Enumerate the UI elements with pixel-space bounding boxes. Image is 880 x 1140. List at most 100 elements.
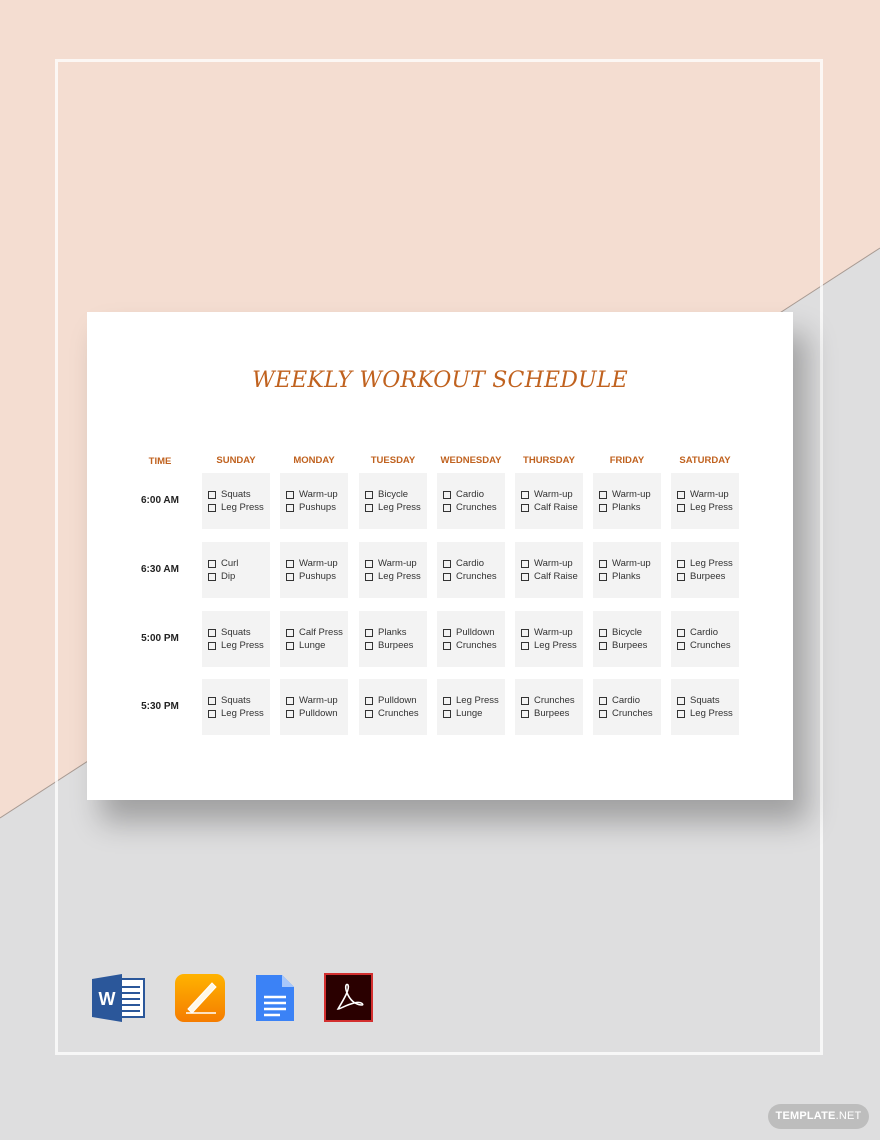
checkbox-icon[interactable] (286, 709, 294, 718)
exercise-item[interactable]: Pulldown (286, 708, 348, 721)
exercise-item[interactable]: Leg Press (365, 502, 427, 515)
checkbox-icon[interactable] (208, 560, 216, 569)
checkbox-icon[interactable] (443, 709, 451, 718)
checkbox-icon[interactable] (677, 709, 685, 718)
exercise-item[interactable]: Crunches (365, 708, 427, 721)
checkbox-icon[interactable] (677, 560, 685, 569)
exercise-item[interactable]: Burpees (521, 708, 583, 721)
exercise-item[interactable]: Pushups (286, 502, 348, 515)
checkbox-icon[interactable] (286, 560, 294, 569)
checkbox-icon[interactable] (208, 491, 216, 500)
exercise-item[interactable]: Leg Press (365, 571, 427, 584)
checkbox-icon[interactable] (443, 503, 451, 512)
checkbox-icon[interactable] (286, 503, 294, 512)
exercise-item[interactable]: Leg Press (208, 502, 270, 515)
exercise-item[interactable]: Calf Raise (521, 502, 583, 515)
exercise-item[interactable]: Warm-up (521, 489, 583, 502)
exercise-item[interactable]: Warm-up (599, 558, 661, 571)
adobe-pdf-icon[interactable] (324, 973, 376, 1023)
checkbox-icon[interactable] (677, 572, 685, 581)
exercise-item[interactable]: Bicycle (365, 489, 427, 502)
exercise-item[interactable]: Planks (365, 627, 427, 640)
template-net-badge[interactable]: TEMPLATE.NET (768, 1104, 869, 1129)
checkbox-icon[interactable] (599, 697, 607, 706)
checkbox-icon[interactable] (521, 709, 529, 718)
checkbox-icon[interactable] (365, 629, 373, 638)
exercise-item[interactable]: Warm-up (521, 558, 583, 571)
checkbox-icon[interactable] (286, 491, 294, 500)
exercise-item[interactable]: Crunches (443, 640, 505, 653)
checkbox-icon[interactable] (286, 641, 294, 650)
checkbox-icon[interactable] (521, 572, 529, 581)
exercise-item[interactable]: Burpees (599, 640, 661, 653)
checkbox-icon[interactable] (443, 560, 451, 569)
checkbox-icon[interactable] (365, 641, 373, 650)
checkbox-icon[interactable] (208, 572, 216, 581)
exercise-item[interactable]: Cardio (677, 627, 739, 640)
exercise-item[interactable]: Warm-up (365, 558, 427, 571)
checkbox-icon[interactable] (521, 641, 529, 650)
checkbox-icon[interactable] (599, 709, 607, 718)
exercise-item[interactable]: Cardio (443, 558, 505, 571)
checkbox-icon[interactable] (677, 641, 685, 650)
exercise-item[interactable]: Squats (208, 627, 270, 640)
exercise-item[interactable]: Warm-up (286, 489, 348, 502)
checkbox-icon[interactable] (599, 572, 607, 581)
checkbox-icon[interactable] (443, 641, 451, 650)
exercise-item[interactable]: Warm-up (286, 558, 348, 571)
checkbox-icon[interactable] (521, 503, 529, 512)
exercise-item[interactable]: Leg Press (208, 708, 270, 721)
exercise-item[interactable]: Squats (208, 489, 270, 502)
exercise-item[interactable]: Squats (208, 695, 270, 708)
checkbox-icon[interactable] (286, 572, 294, 581)
exercise-item[interactable]: Lunge (286, 640, 348, 653)
checkbox-icon[interactable] (599, 560, 607, 569)
checkbox-icon[interactable] (365, 709, 373, 718)
checkbox-icon[interactable] (365, 697, 373, 706)
checkbox-icon[interactable] (521, 697, 529, 706)
checkbox-icon[interactable] (286, 697, 294, 706)
exercise-item[interactable]: Crunches (443, 502, 505, 515)
exercise-item[interactable]: Warm-up (521, 627, 583, 640)
checkbox-icon[interactable] (443, 697, 451, 706)
checkbox-icon[interactable] (365, 503, 373, 512)
checkbox-icon[interactable] (677, 503, 685, 512)
checkbox-icon[interactable] (677, 629, 685, 638)
exercise-item[interactable]: Planks (599, 502, 661, 515)
checkbox-icon[interactable] (208, 709, 216, 718)
word-icon[interactable]: W (90, 973, 145, 1023)
exercise-item[interactable]: Curl (208, 558, 270, 571)
exercise-item[interactable]: Crunches (599, 708, 661, 721)
checkbox-icon[interactable] (521, 560, 529, 569)
exercise-item[interactable]: Warm-up (286, 695, 348, 708)
exercise-item[interactable]: Pushups (286, 571, 348, 584)
exercise-item[interactable]: Burpees (365, 640, 427, 653)
checkbox-icon[interactable] (677, 491, 685, 500)
exercise-item[interactable]: Burpees (677, 571, 739, 584)
checkbox-icon[interactable] (208, 697, 216, 706)
checkbox-icon[interactable] (365, 560, 373, 569)
exercise-item[interactable]: Calf Raise (521, 571, 583, 584)
exercise-item[interactable]: Leg Press (443, 695, 505, 708)
exercise-item[interactable]: Pulldown (443, 627, 505, 640)
checkbox-icon[interactable] (599, 629, 607, 638)
exercise-item[interactable]: Dip (208, 571, 270, 584)
exercise-item[interactable]: Cardio (599, 695, 661, 708)
google-docs-icon[interactable] (254, 973, 306, 1023)
checkbox-icon[interactable] (599, 641, 607, 650)
checkbox-icon[interactable] (286, 629, 294, 638)
exercise-item[interactable]: Cardio (443, 489, 505, 502)
checkbox-icon[interactable] (599, 491, 607, 500)
checkbox-icon[interactable] (443, 629, 451, 638)
exercise-item[interactable]: Warm-up (677, 489, 739, 502)
checkbox-icon[interactable] (599, 503, 607, 512)
exercise-item[interactable]: Leg Press (677, 558, 739, 571)
exercise-item[interactable]: Calf Press (286, 627, 348, 640)
exercise-item[interactable]: Crunches (443, 571, 505, 584)
exercise-item[interactable]: Leg Press (677, 708, 739, 721)
checkbox-icon[interactable] (365, 491, 373, 500)
checkbox-icon[interactable] (208, 641, 216, 650)
exercise-item[interactable]: Crunches (677, 640, 739, 653)
checkbox-icon[interactable] (365, 572, 373, 581)
exercise-item[interactable]: Pulldown (365, 695, 427, 708)
